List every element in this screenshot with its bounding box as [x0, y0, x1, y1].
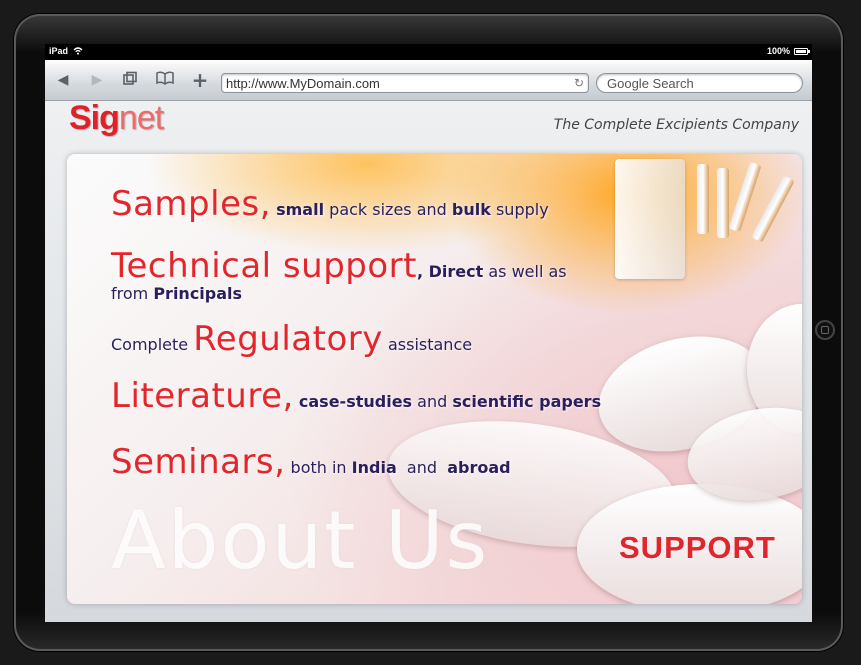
banner-line-technical: Technical support, Direct as well as	[111, 246, 567, 286]
device-name: iPad	[49, 46, 69, 56]
syringe-image	[728, 161, 762, 233]
banner-line-regulatory: Complete Regulatory assistance	[111, 319, 473, 359]
url-input[interactable]: http://www.MyDomain.com ↻	[221, 73, 589, 93]
bookmarks-icon[interactable]	[155, 71, 175, 89]
about-us-link[interactable]: About Us	[111, 494, 489, 587]
site-tagline: The Complete Excipients Company	[553, 117, 799, 133]
battery-percent: 100%	[766, 46, 790, 56]
banner-line-samples: Samples, small pack sizes and bulk suppl…	[111, 184, 549, 224]
logo-part-sig: Sig	[69, 99, 120, 137]
search-placeholder: Google Search	[607, 76, 694, 91]
forward-button[interactable]: ▶	[87, 71, 107, 89]
screen: iPad 100% ◀ ▶ + http://www.MyDomain.com …	[45, 44, 812, 622]
add-bookmark-button[interactable]: +	[190, 70, 210, 90]
site-logo[interactable]: Signet	[69, 99, 164, 138]
syringe-image	[717, 168, 729, 238]
vial-image	[615, 159, 685, 279]
banner-line-principals: from Principals	[111, 284, 243, 303]
back-button[interactable]: ◀	[53, 71, 73, 89]
syringe-image	[697, 164, 709, 234]
hero-banner: Samples, small pack sizes and bulk suppl…	[67, 154, 802, 604]
battery-icon	[794, 48, 810, 55]
status-bar: iPad 100%	[45, 44, 812, 60]
support-button[interactable]: SUPPORT	[619, 530, 776, 566]
browser-toolbar: ◀ ▶ + http://www.MyDomain.com ↻ Google S…	[45, 60, 812, 101]
url-text: http://www.MyDomain.com	[226, 76, 380, 91]
banner-line-seminars: Seminars, both in India and abroad	[111, 442, 511, 482]
wifi-icon	[73, 47, 83, 55]
syringe-image	[751, 175, 795, 243]
home-button[interactable]	[815, 320, 835, 340]
reload-icon[interactable]: ↻	[574, 76, 584, 90]
search-input[interactable]: Google Search	[596, 73, 803, 93]
web-page: Signet The Complete Excipients Company S…	[45, 99, 812, 622]
logo-part-net: net	[118, 99, 164, 137]
pages-icon[interactable]	[120, 71, 140, 89]
banner-line-literature: Literature, case-studies and scientific …	[111, 376, 602, 416]
